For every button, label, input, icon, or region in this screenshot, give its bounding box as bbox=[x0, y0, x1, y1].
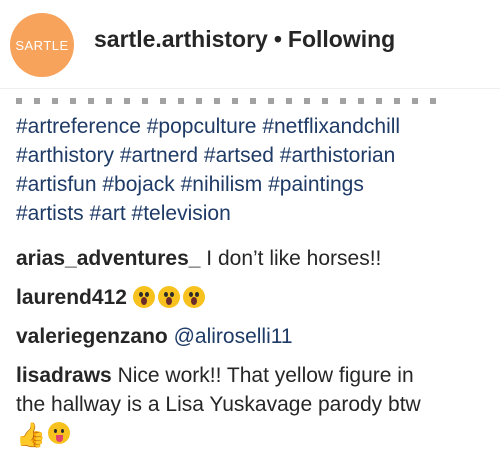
separator-dot: • bbox=[273, 26, 282, 52]
hashtag-line[interactable]: #artisfun #bojack #nihilism #paintings bbox=[16, 170, 496, 199]
caption-hashtags: #artreference #popculture #netflixandchi… bbox=[16, 112, 496, 228]
clipped-text-line bbox=[16, 98, 436, 104]
comment-username[interactable]: lisadraws bbox=[16, 364, 112, 387]
face-with-tongue-icon bbox=[47, 422, 70, 444]
comment-text: the hallway is a Lisa Yuskavage parody b… bbox=[16, 393, 421, 416]
following-button[interactable]: Following bbox=[288, 26, 395, 52]
header-text: sartle.arthistory • Following bbox=[94, 26, 395, 53]
hashtag-line[interactable]: #arthistory #artnerd #artsed #arthistori… bbox=[16, 141, 496, 170]
hashtag-text[interactable]: #artreference #popculture #netflixandchi… bbox=[16, 115, 400, 138]
thumbs-up-icon: 👍 bbox=[16, 422, 46, 449]
face-screaming-in-fear-icon bbox=[132, 286, 155, 308]
comment-username[interactable]: valeriegenzano bbox=[16, 325, 168, 348]
hashtag-text[interactable]: #artisfun #bojack #nihilism #paintings bbox=[16, 173, 364, 196]
hashtag-text[interactable]: #artists #art #television bbox=[16, 202, 231, 225]
post-header: SARTLE sartle.arthistory • Following bbox=[0, 0, 500, 88]
hashtag-line[interactable]: #artreference #popculture #netflixandchi… bbox=[16, 112, 496, 141]
comment: lisadraws Nice work!! That yellow figure… bbox=[16, 361, 496, 450]
header-divider bbox=[0, 88, 500, 89]
comment: laurend412 bbox=[16, 283, 496, 312]
avatar[interactable]: SARTLE bbox=[10, 13, 74, 77]
avatar-label: SARTLE bbox=[15, 37, 69, 53]
hashtag-line[interactable]: #artists #art #television bbox=[16, 199, 496, 228]
comment-username[interactable]: arias_adventures_ bbox=[16, 247, 200, 270]
hashtag-text[interactable]: #arthistory #artnerd #artsed #arthistori… bbox=[16, 144, 395, 167]
comment-text: Nice work!! That yellow figure in bbox=[117, 364, 414, 387]
comment: valeriegenzano @aliroselli11 bbox=[16, 322, 496, 351]
face-screaming-in-fear-icon bbox=[182, 286, 205, 308]
comment-list: arias_adventures_ I don’t like horses!! … bbox=[16, 244, 496, 460]
face-screaming-in-fear-icon bbox=[157, 286, 180, 308]
comment-text: I don’t like horses!! bbox=[206, 247, 382, 270]
comment-mention[interactable]: @aliroselli11 bbox=[174, 325, 293, 348]
comment-username[interactable]: laurend412 bbox=[16, 286, 127, 309]
username-link[interactable]: sartle.arthistory bbox=[94, 26, 268, 52]
comment: arias_adventures_ I don’t like horses!! bbox=[16, 244, 496, 273]
